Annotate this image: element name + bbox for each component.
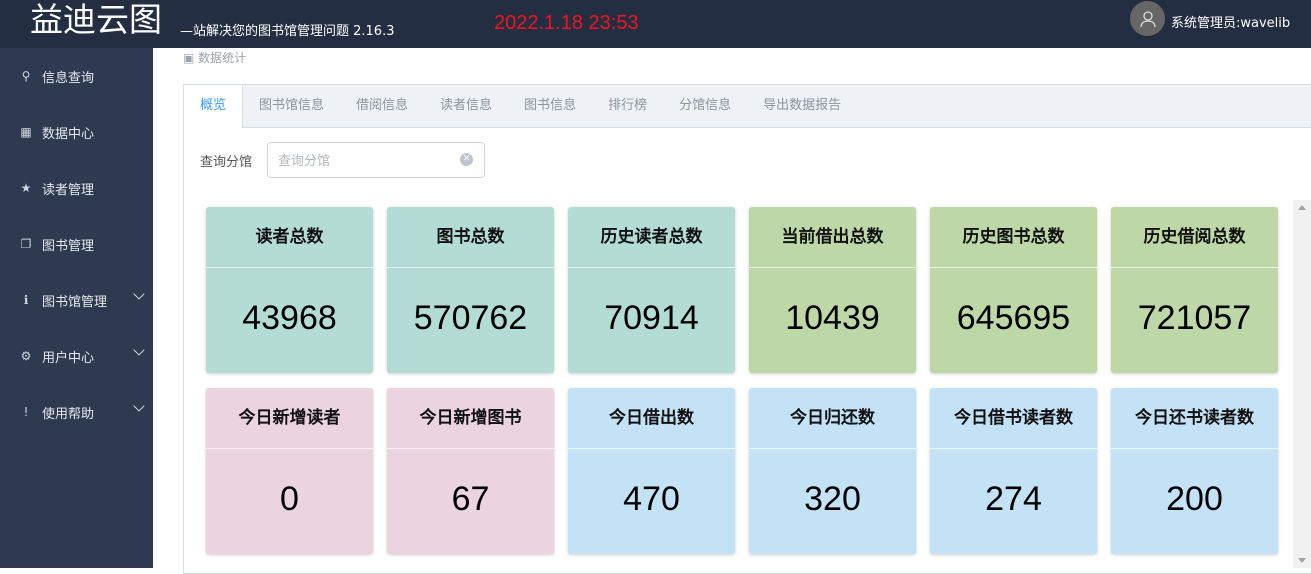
stat-value: 645695: [956, 299, 1071, 337]
stat-value: 67: [451, 480, 490, 518]
app-logo: 益迪云图: [30, 0, 162, 39]
tab-4[interactable]: 图书信息: [508, 85, 592, 127]
info-icon: ℹ: [23, 293, 29, 307]
branch-search-label: 查询分馆: [200, 155, 253, 170]
stat-title: 今日还书读者数: [1111, 388, 1278, 449]
stat-value: 0: [280, 480, 299, 518]
gear-icon: ⚙: [20, 349, 32, 363]
stat-value: 570762: [413, 299, 528, 337]
app-slogan: —站解决您的图书馆管理问题 2.16.3: [180, 24, 395, 39]
tab-3[interactable]: 读者信息: [424, 85, 508, 127]
avatar[interactable]: [1130, 1, 1165, 36]
stat-card: 历史图书总数 645695: [930, 207, 1097, 373]
search-icon: ⚲: [21, 69, 31, 83]
stat-title: 读者总数: [206, 207, 373, 268]
stat-title: 图书总数: [387, 207, 554, 268]
sidebar-item-1[interactable]: ▦ 数据中心: [0, 104, 153, 160]
sidebar-item-label: 信息查询: [42, 70, 95, 86]
chevron-down-icon: [133, 344, 145, 356]
stat-value: 274: [985, 480, 1042, 518]
stat-value: 43968: [242, 299, 337, 337]
stat-value: 320: [804, 480, 861, 518]
stat-title: 今日新增图书: [387, 388, 554, 449]
copy-icon: ❐: [20, 237, 32, 251]
tab-2[interactable]: 借阅信息: [340, 85, 424, 127]
tab-0[interactable]: 概览: [184, 85, 244, 128]
stat-card: 今日新增图书 67: [387, 388, 554, 554]
stat-title: 今日借出数: [568, 388, 735, 449]
stat-title: 历史图书总数: [930, 207, 1097, 268]
sidebar-item-4[interactable]: ℹ 图书馆管理: [0, 272, 153, 328]
sidebar-item-label: 图书管理: [42, 238, 95, 254]
stat-card: 历史读者总数 70914: [568, 207, 735, 373]
tab-bar: 概览 图书馆信息 借阅信息 读者信息 图书信息 排行榜 分馆信息 导出数据报告: [184, 85, 1311, 128]
stat-title: 历史读者总数: [568, 207, 735, 268]
sidebar-item-label: 用户中心: [42, 350, 95, 366]
stat-value: 200: [1166, 480, 1223, 518]
stat-title: 历史借阅总数: [1111, 207, 1278, 268]
stat-value: 721057: [1137, 299, 1252, 337]
scroll-up-icon[interactable]: [1298, 205, 1306, 210]
breadcrumb-label: 数据统计: [198, 51, 247, 65]
dashboard-icon: ▦: [20, 125, 32, 139]
tab-1[interactable]: 图书馆信息: [243, 85, 340, 127]
scroll-down-icon[interactable]: [1298, 558, 1306, 563]
stat-title: 当前借出总数: [749, 207, 916, 268]
sidebar: ⚲ 信息查询 ▦ 数据中心 ★ 读者管理 ❐ 图书管理 ℹ 图书馆管理 ⚙ 用户中心! 使用帮助: [0, 48, 153, 568]
warning-icon: !: [23, 405, 29, 419]
stat-card: 今日还书读者数 200: [1111, 388, 1278, 554]
stat-card: 今日借书读者数 274: [930, 388, 1097, 554]
datetime: 2022.1.18 23:53: [494, 12, 639, 34]
tab-6[interactable]: 分馆信息: [663, 85, 747, 127]
sidebar-item-0[interactable]: ⚲ 信息查询: [0, 48, 153, 104]
breadcrumb: ▣ 数据统计: [183, 49, 246, 66]
stat-card: 今日归还数 320: [749, 388, 916, 554]
stat-title: 今日借书读者数: [930, 388, 1097, 449]
sidebar-item-5[interactable]: ⚙ 用户中心: [0, 328, 153, 384]
stat-card: 图书总数 570762: [387, 207, 554, 373]
stat-card: 今日借出数 470: [568, 388, 735, 554]
star-icon: ★: [20, 181, 32, 195]
branch-search-input[interactable]: [267, 142, 485, 178]
top-header: 益迪云图 —站解决您的图书馆管理问题 2.16.3 2022.1.18 23:5…: [0, 0, 1311, 48]
user-icon: [1139, 10, 1156, 27]
sidebar-item-2[interactable]: ★ 读者管理: [0, 160, 153, 216]
clear-icon[interactable]: ✕: [460, 153, 473, 166]
tab-5[interactable]: 排行榜: [592, 85, 663, 127]
stat-card: 当前借出总数 10439: [749, 207, 916, 373]
stat-value: 470: [623, 480, 680, 518]
sidebar-item-6[interactable]: ! 使用帮助: [0, 384, 153, 440]
stat-title: 今日新增读者: [206, 388, 373, 449]
chevron-down-icon: [133, 288, 145, 300]
sidebar-item-label: 使用帮助: [42, 406, 95, 422]
scrollbar[interactable]: [1293, 200, 1311, 568]
stat-title: 今日归还数: [749, 388, 916, 449]
sidebar-item-label: 数据中心: [42, 126, 95, 142]
stat-value: 10439: [785, 299, 880, 337]
sidebar-item-label: 读者管理: [42, 182, 95, 198]
stat-card: 读者总数 43968: [206, 207, 373, 373]
calendar-icon: ▣: [183, 51, 195, 65]
user-name[interactable]: 系统管理员:wavelib: [1171, 12, 1290, 31]
stat-card: 今日新增读者 0: [206, 388, 373, 554]
stat-value: 70914: [604, 299, 699, 337]
tab-7[interactable]: 导出数据报告: [747, 85, 857, 127]
chevron-down-icon: [133, 400, 145, 412]
sidebar-item-3[interactable]: ❐ 图书管理: [0, 216, 153, 272]
stat-card: 历史借阅总数 721057: [1111, 207, 1278, 373]
sidebar-item-label: 图书馆管理: [42, 294, 108, 310]
